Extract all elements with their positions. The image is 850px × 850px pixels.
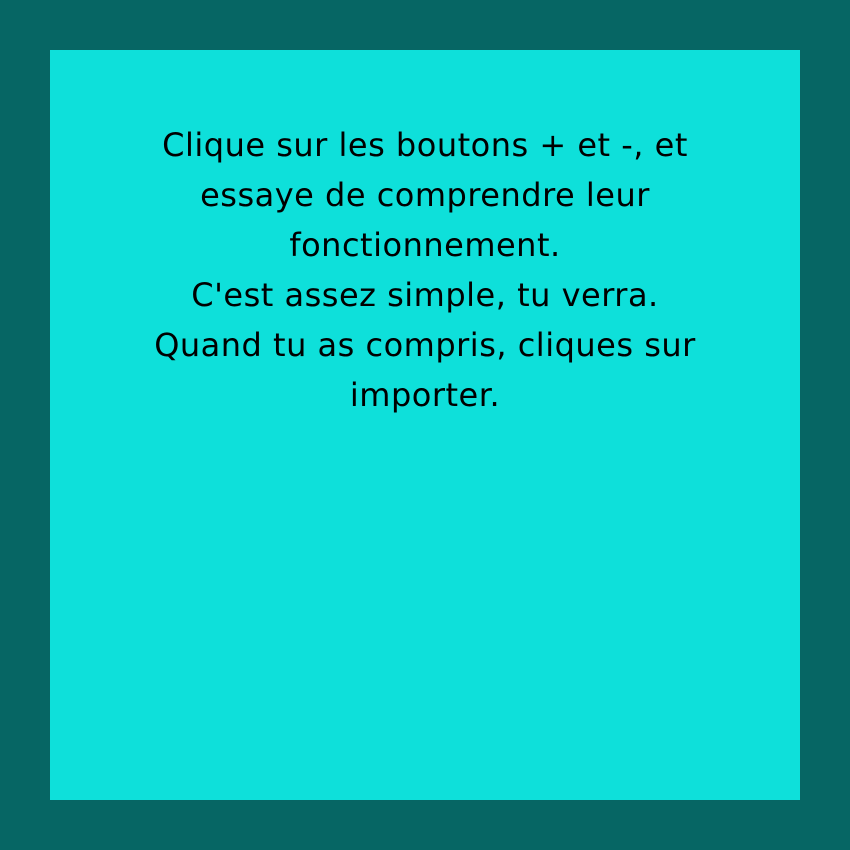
instruction-line-5: Quand tu as compris, cliques sur (154, 326, 696, 364)
instruction-line-6: importer. (349, 376, 501, 414)
instruction-panel: Clique sur les boutons + et -, et essaye… (50, 50, 800, 800)
instruction-line-3: fonctionnement. (289, 226, 561, 264)
instruction-line-1: Clique sur les boutons + et -, et (162, 126, 688, 164)
instruction-line-4: C'est assez simple, tu verra. (191, 276, 659, 314)
instruction-line-2: essaye de comprendre leur (200, 176, 650, 214)
instructions-text: Clique sur les boutons + et -, et essaye… (50, 120, 800, 420)
